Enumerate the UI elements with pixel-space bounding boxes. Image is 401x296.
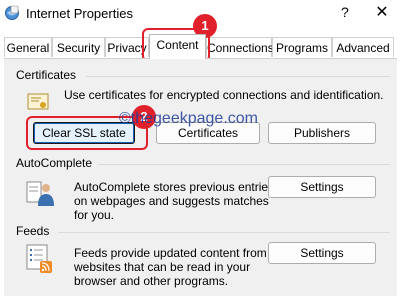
tab-security[interactable]: Security [52,37,105,57]
help-icon[interactable]: ? [341,4,349,20]
tab-content[interactable]: Content [149,34,206,59]
feeds-description: Feeds provide updated content from websi… [74,246,267,288]
autocomplete-line-2: on webpages and suggests matches [74,194,269,208]
certificate-icon [27,93,49,110]
feeds-divider [58,232,390,233]
tab-privacy[interactable]: Privacy [105,37,149,57]
feeds-icon [26,244,52,273]
feeds-line-1: Feeds provide updated content from [74,246,267,260]
autocomplete-section-label: AutoComplete [16,156,93,170]
autocomplete-divider [98,164,390,165]
certificates-divider [86,76,390,77]
internet-properties-icon [5,5,19,20]
autocomplete-line-1: AutoComplete stores previous entries [74,180,275,194]
publishers-button[interactable]: Publishers [268,122,376,144]
feeds-section-label: Feeds [16,224,50,238]
certificates-section-label: Certificates [16,68,77,82]
certificates-description: Use certificates for encrypted connectio… [64,88,384,102]
autocomplete-icon [26,181,54,206]
tab-strip: General Security Privacy Content Connect… [0,34,401,59]
autocomplete-line-3: for you. [74,208,115,222]
close-icon[interactable]: ✕ [370,3,394,23]
tab-general[interactable]: General [4,37,52,57]
window-title: Internet Properties [26,6,133,21]
feeds-settings-button[interactable]: Settings [268,242,376,264]
tab-programs[interactable]: Programs [272,37,332,57]
autocomplete-settings-button[interactable]: Settings [268,176,376,198]
autocomplete-description: AutoComplete stores previous entries on … [74,180,274,222]
watermark: ©thegeekpage.com [119,110,258,127]
feeds-line-3: browser and other programs. [74,274,229,288]
tab-connections[interactable]: Connections [206,37,274,57]
tab-advanced[interactable]: Advanced [332,37,394,57]
feeds-line-2: websites that can be read in your [74,260,251,274]
